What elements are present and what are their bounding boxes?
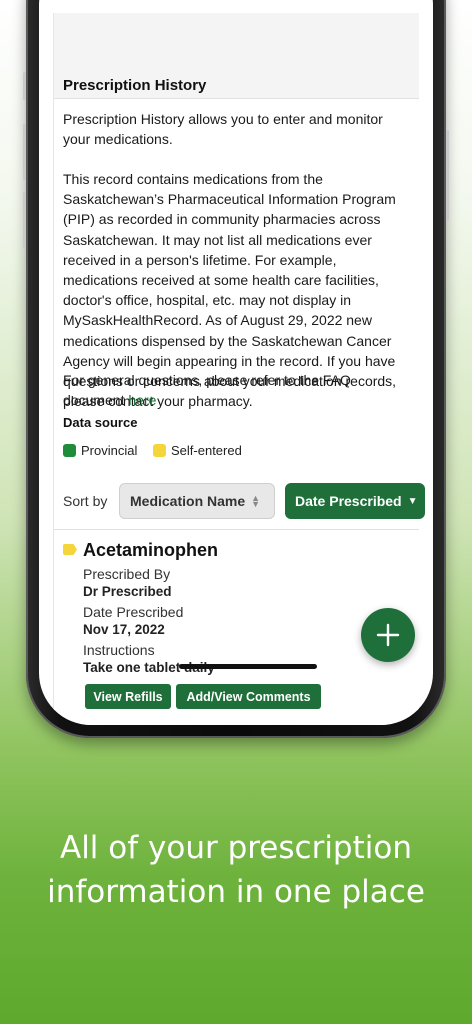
prescribed-by-label: Prescribed By (83, 566, 171, 582)
medication-name[interactable]: Acetaminophen (83, 540, 218, 561)
caption-line-2: information in one place (47, 874, 425, 910)
sort-medication-name-label: Medication Name (130, 493, 246, 509)
faq-link[interactable]: here (128, 392, 156, 408)
phone-frame: Prescription History Prescription Histor… (23, 0, 449, 738)
date-prescribed-label: Date Prescribed (83, 604, 184, 620)
faq-prefix: For general questions, please refer to t… (63, 372, 351, 409)
self-entered-tag-icon (63, 544, 77, 555)
prescription-history-panel: Prescription History Prescription Histor… (53, 13, 425, 725)
intro-text: Prescription History allows you to enter… (63, 111, 383, 148)
plus-icon (376, 623, 400, 647)
volume-up-button (23, 124, 26, 180)
volume-down-button (23, 192, 26, 248)
sort-date-prescribed-button[interactable]: Date Prescribed ▼ (285, 483, 425, 519)
add-medication-button[interactable] (361, 608, 415, 662)
page-title: Prescription History (63, 77, 207, 94)
sort-by-label: Sort by (63, 493, 108, 509)
marketing-caption: All of your prescription information in … (0, 826, 472, 914)
phone-screen: Prescription History Prescription Histor… (39, 0, 433, 725)
instructions-label: Instructions (83, 642, 155, 658)
data-source-title: Data source (63, 415, 138, 430)
provincial-label: Provincial (81, 443, 138, 458)
legend-provincial: Provincial (63, 443, 137, 458)
divider (54, 529, 419, 530)
mute-switch (23, 72, 26, 100)
provincial-swatch (63, 444, 76, 457)
view-refills-button[interactable]: View Refills (85, 684, 171, 709)
date-prescribed-value: Nov 17, 2022 (83, 622, 165, 637)
self-entered-swatch (153, 444, 166, 457)
self-entered-label: Self-entered (171, 443, 242, 458)
prescribed-by-value: Dr Prescribed (83, 584, 172, 599)
sort-down-icon: ▼ (407, 495, 418, 507)
add-view-comments-button[interactable]: Add/View Comments (176, 684, 321, 709)
legend-self-entered: Self-entered (153, 443, 242, 458)
sort-date-prescribed-label: Date Prescribed (295, 493, 402, 509)
home-indicator (179, 664, 317, 669)
sort-medication-name-button[interactable]: Medication Name ▲ ▼ (119, 483, 275, 519)
caption-line-1: All of your prescription (59, 830, 412, 866)
faq-text: For general questions, please refer to t… (63, 370, 403, 410)
sort-updown-icon: ▲ ▼ (251, 493, 261, 509)
power-button (446, 130, 449, 220)
